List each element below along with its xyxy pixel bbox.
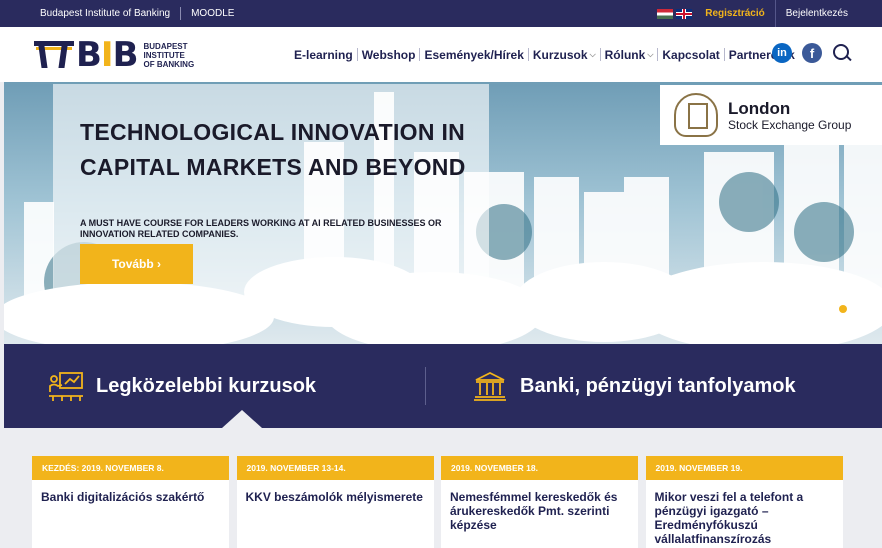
- menu-item[interactable]: Kurzusok ⌵: [533, 48, 596, 62]
- slider-dots: [800, 305, 852, 313]
- more-button[interactable]: Tovább ›: [80, 244, 193, 284]
- top-bar: Budapest Institute of Banking MOODLE Reg…: [0, 0, 882, 27]
- menu-item[interactable]: E-learning: [294, 48, 353, 62]
- presentation-icon: [49, 372, 83, 401]
- chevron-down-icon: ⌵: [589, 49, 596, 59]
- slider-dot[interactable]: [826, 305, 834, 313]
- top-bar-divider: [180, 7, 182, 20]
- logo-wordmark: BIB: [76, 35, 138, 75]
- hero-title: TECHNOLOGICAL INNOVATION IN CAPITAL MARK…: [80, 119, 466, 180]
- course-card[interactable]: 2019. NOVEMBER 18. Nemesfémmel kereskedők…: [441, 456, 638, 548]
- menu-divider: [599, 48, 601, 61]
- menu-item[interactable]: Webshop: [362, 48, 416, 62]
- course-card[interactable]: KEZDÉS: 2019. NOVEMBER 8. Banki digitaliz…: [32, 456, 229, 548]
- course-cards: KEZDÉS: 2019. NOVEMBER 8. Banki digitaliz…: [4, 428, 882, 548]
- menu-divider: [657, 48, 659, 61]
- slider-dot[interactable]: [800, 305, 808, 313]
- lse-partner-logo: London Stock Exchange Group: [660, 85, 882, 145]
- top-bar-divider: [774, 0, 776, 27]
- menu-item-label: Események/Hírek: [424, 47, 524, 62]
- menu-item-label: Rólunk: [604, 47, 646, 62]
- register-link[interactable]: Regisztráció: [705, 8, 764, 19]
- login-link[interactable]: Bejelentkezés: [786, 8, 848, 19]
- slider-dot[interactable]: [813, 305, 821, 313]
- course-title[interactable]: Banki digitalizációs szakértő: [32, 480, 229, 514]
- menu-item-label: Kapcsolat: [662, 47, 720, 62]
- search-icon[interactable]: [832, 43, 852, 63]
- menu-item[interactable]: Rólunk ⌵: [605, 48, 654, 62]
- hero-slider: TECHNOLOGICAL INNOVATION IN CAPITAL MARK…: [4, 82, 882, 344]
- logo-subtitle: BUDAPEST INSTITUTE OF BANKING: [143, 41, 195, 69]
- social-links: in f: [762, 43, 852, 63]
- bank-building-icon: [474, 371, 506, 401]
- org-link[interactable]: Budapest Institute of Banking: [40, 8, 170, 19]
- bib-logo[interactable]: BIB BUDAPEST INSTITUTE OF BANKING: [34, 35, 194, 75]
- course-date: 2019. NOVEMBER 19.: [645, 456, 843, 480]
- course-title[interactable]: Nemesfémmel kereskedők és árukereskedők …: [441, 480, 638, 542]
- linkedin-icon[interactable]: in: [772, 43, 792, 63]
- course-title[interactable]: Mikor veszi fel a telefont a pénzügyi ig…: [646, 480, 843, 548]
- course-card[interactable]: 2019. NOVEMBER 19. Mikor veszi fel a tele…: [645, 456, 843, 548]
- menu-item-label: Webshop: [361, 47, 416, 62]
- chevron-down-icon: ⌵: [647, 49, 654, 59]
- course-title[interactable]: KKV beszámolók mélyismerete: [237, 480, 434, 514]
- tab-label: Banki, pénzügyi tanfolyamok: [520, 374, 796, 397]
- hero-lead: A MUST HAVE COURSE FOR LEADERS WORKING A…: [80, 218, 442, 239]
- top-bar-left: Budapest Institute of Banking MOODLE: [40, 0, 234, 27]
- course-date: 2019. NOVEMBER 18.: [441, 456, 638, 480]
- tab-upcoming-courses[interactable]: Legközelebbi kurzusok: [48, 344, 316, 428]
- main-header: BIB BUDAPEST INSTITUTE OF BANKING E-lear…: [0, 27, 882, 82]
- menu-item-label: E-learning: [294, 47, 353, 62]
- bib-pillar-icon: [34, 39, 74, 71]
- tab-divider: [425, 367, 426, 405]
- course-date: KEZDÉS: 2019. NOVEMBER 8.: [32, 456, 229, 480]
- course-card[interactable]: 2019. NOVEMBER 13-14. KKV beszámolók mély…: [236, 456, 434, 548]
- moodle-link[interactable]: MOODLE: [191, 8, 234, 19]
- menu-item-label: Kurzusok: [532, 47, 588, 62]
- menu-divider: [723, 48, 725, 61]
- menu-item[interactable]: Események/Hírek: [424, 48, 523, 62]
- tab-banking-courses[interactable]: Banki, pénzügyi tanfolyamok: [472, 344, 796, 428]
- lse-crest-icon: [674, 93, 718, 137]
- course-tabs: Legközelebbi kurzusok Banki, pénzügyi ta…: [4, 344, 882, 428]
- tab-label: Legközelebbi kurzusok: [96, 374, 317, 397]
- hungarian-flag-icon[interactable]: [657, 8, 674, 19]
- main-menu: E-learning Webshop Események/Hírek Kurzusok…: [294, 27, 795, 82]
- course-date: 2019. NOVEMBER 13-14.: [236, 456, 434, 480]
- menu-divider: [419, 48, 421, 61]
- menu-divider: [527, 48, 529, 61]
- lse-name: London: [728, 98, 791, 118]
- top-bar-right: Regisztráció Bejelentkezés: [657, 0, 882, 27]
- menu-item[interactable]: Kapcsolat: [662, 48, 719, 62]
- active-tab-pointer: [222, 410, 262, 428]
- slider-dot[interactable]: [839, 305, 847, 313]
- facebook-icon[interactable]: f: [802, 43, 822, 63]
- lse-group: Stock Exchange Group: [728, 117, 852, 132]
- menu-divider: [356, 48, 358, 61]
- english-flag-icon[interactable]: [676, 8, 693, 19]
